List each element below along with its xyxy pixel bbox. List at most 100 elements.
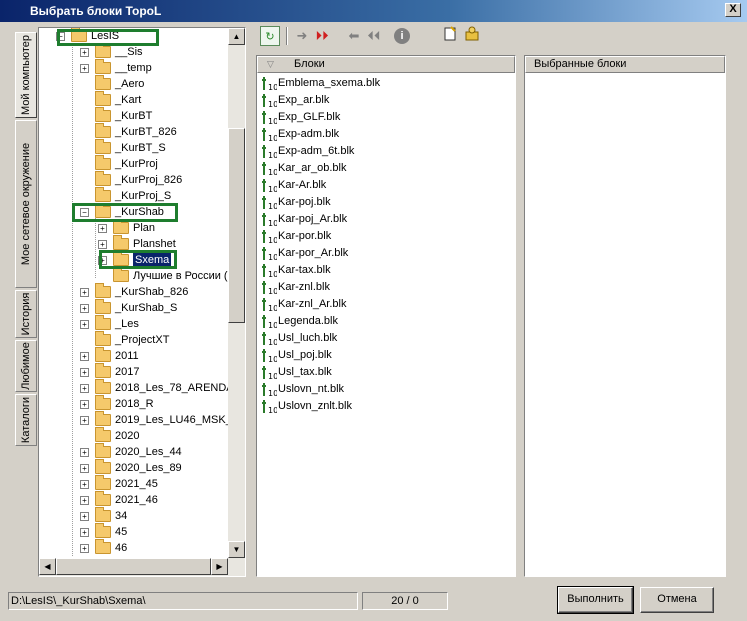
new-file-icon[interactable] [440,26,460,46]
scroll-right-button[interactable]: ▶ [211,558,228,575]
arrow-left-icon[interactable]: ⬅ [344,26,364,46]
selected-column-header[interactable]: Выбранные блоки [525,56,725,73]
tree-item[interactable]: + _Les [39,315,229,332]
tab-catalogs[interactable]: Каталоги [15,394,37,446]
expand-toggle-icon[interactable]: + [80,480,89,489]
tree-item[interactable]: − _KurShab [39,203,229,220]
folder-icon [95,491,111,506]
tree-item[interactable]: +45 [39,523,229,540]
cancel-button[interactable]: Отмена [640,587,714,613]
tree-item[interactable]: _Aero [39,75,229,92]
settings-icon[interactable] [462,26,482,46]
expand-toggle-icon[interactable]: + [98,224,107,233]
tree-item[interactable]: +2020_Les_89 [39,459,229,476]
refresh-icon[interactable]: ↻ [260,26,280,46]
selected-blocks-list[interactable]: Выбранные блоки [524,55,726,577]
folder-tree[interactable]: − LesIS + __Sis + __temp _Aero _Kart _KurBT _KurB… [38,27,246,577]
scroll-left-button[interactable]: ◀ [39,558,56,575]
hscroll-thumb[interactable] [56,558,211,575]
svg-text:10: 10 [268,338,277,346]
tree-item[interactable]: +46 [39,539,229,556]
info-icon[interactable]: i [394,28,410,44]
expand-toggle-icon[interactable]: + [80,544,89,553]
svg-text:10: 10 [268,168,277,176]
tab-history[interactable]: История [15,290,37,338]
tree-item[interactable]: + Plan [39,219,229,236]
tree-item[interactable]: +2018_R [39,395,229,412]
scroll-thumb[interactable] [228,128,245,323]
tab-my-computer[interactable]: Мой компьютер [15,32,37,118]
expand-toggle-icon[interactable]: + [80,496,89,505]
expand-toggle-icon[interactable]: − [80,208,89,217]
tree-item[interactable]: + Sxema [39,251,229,268]
tree-item[interactable]: +2021_46 [39,491,229,508]
tree-item[interactable]: _KurProj_S [39,187,229,204]
tree-item[interactable]: Лучшие в России ( [39,267,229,284]
scroll-down-button[interactable]: ▼ [228,541,245,558]
expand-toggle-icon[interactable]: + [80,384,89,393]
tree-item[interactable]: _KurBT [39,107,229,124]
tree-body: − LesIS + __Sis + __temp _Aero _Kart _KurBT _KurB… [39,28,229,558]
scroll-up-button[interactable]: ▲ [228,28,245,45]
tree-item-label: 45 [115,526,128,538]
blocks-list[interactable]: ▽ Блоки 10 Emblema_sxema.blk 10 Exp_ar.blk 1… [256,55,516,577]
toolbar-separator [286,27,288,45]
expand-toggle-icon[interactable]: + [80,368,89,377]
tree-item[interactable]: +2021_45 [39,475,229,492]
expand-toggle-icon[interactable]: + [80,64,89,73]
tree-item[interactable]: _KurBT_S [39,139,229,156]
folder-icon [113,235,129,250]
expand-toggle-icon[interactable]: + [80,416,89,425]
expand-toggle-icon[interactable]: + [80,512,89,521]
block-file-icon: 10 [262,196,277,210]
tree-item[interactable]: + Planshet [39,235,229,252]
expand-toggle-icon[interactable]: + [98,256,107,265]
block-list-item-label: Uslovn_nt.blk [278,383,345,395]
tree-item[interactable]: +2011 [39,347,229,364]
tree-item[interactable]: + __temp [39,59,229,76]
tree-item[interactable]: +2020_Les_44 [39,443,229,460]
folder-icon [95,363,111,378]
arrow-right-icon[interactable]: ➜ [292,26,312,46]
tree-item[interactable]: 2020 [39,427,229,444]
tree-item[interactable]: _KurBT_826 [39,123,229,140]
tree-item[interactable]: +2017 [39,363,229,380]
tree-item[interactable]: _KurProj [39,155,229,172]
tree-item-label: 2018_R [115,398,154,410]
tab-favorites[interactable]: Любимое [15,340,37,392]
expand-toggle-icon[interactable]: + [80,400,89,409]
tab-label: Мое сетевое окружение [20,142,32,266]
tree-item[interactable]: +2019_Les_LU46_MSK_ [39,411,229,428]
tree-item[interactable]: − LesIS [39,28,229,44]
tree-item-label: _ProjectXT [115,334,170,346]
expand-toggle-icon[interactable]: + [80,288,89,297]
expand-toggle-icon[interactable]: − [56,32,65,41]
tree-item[interactable]: + _KurShab_826 [39,283,229,300]
expand-toggle-icon[interactable]: + [80,304,89,313]
expand-toggle-icon[interactable]: + [80,352,89,361]
folder-icon [95,539,111,554]
expand-toggle-icon[interactable]: + [80,48,89,57]
tree-item[interactable]: + __Sis [39,43,229,60]
tree-item[interactable]: +34 [39,507,229,524]
expand-toggle-icon[interactable]: + [80,464,89,473]
expand-toggle-icon[interactable]: + [80,448,89,457]
expand-toggle-icon[interactable]: + [80,528,89,537]
folder-icon [95,139,111,154]
tree-vertical-scrollbar[interactable]: ▲ ▼ [228,28,245,558]
execute-button[interactable]: Выполнить [557,586,634,614]
expand-toggle-icon[interactable]: + [98,240,107,249]
svg-text:10: 10 [268,406,277,414]
double-arrow-right-icon[interactable]: ⏵⏵ [312,26,332,46]
tree-horizontal-scrollbar[interactable]: ◀ ▶ [39,558,245,576]
tree-item[interactable]: +2018_Les_78_ARENDA [39,379,229,396]
tree-item[interactable]: _KurProj_826 [39,171,229,188]
blocks-column-header[interactable]: ▽ Блоки [257,56,515,73]
tab-network[interactable]: Мое сетевое окружение [15,120,37,288]
tree-item[interactable]: + _KurShab_S [39,299,229,316]
double-arrow-left-icon[interactable]: ⏴⏴ [364,26,384,46]
tree-item[interactable]: _Kart [39,91,229,108]
tree-item[interactable]: _ProjectXT [39,331,229,348]
close-button[interactable]: X [725,3,741,17]
expand-toggle-icon[interactable]: + [80,320,89,329]
